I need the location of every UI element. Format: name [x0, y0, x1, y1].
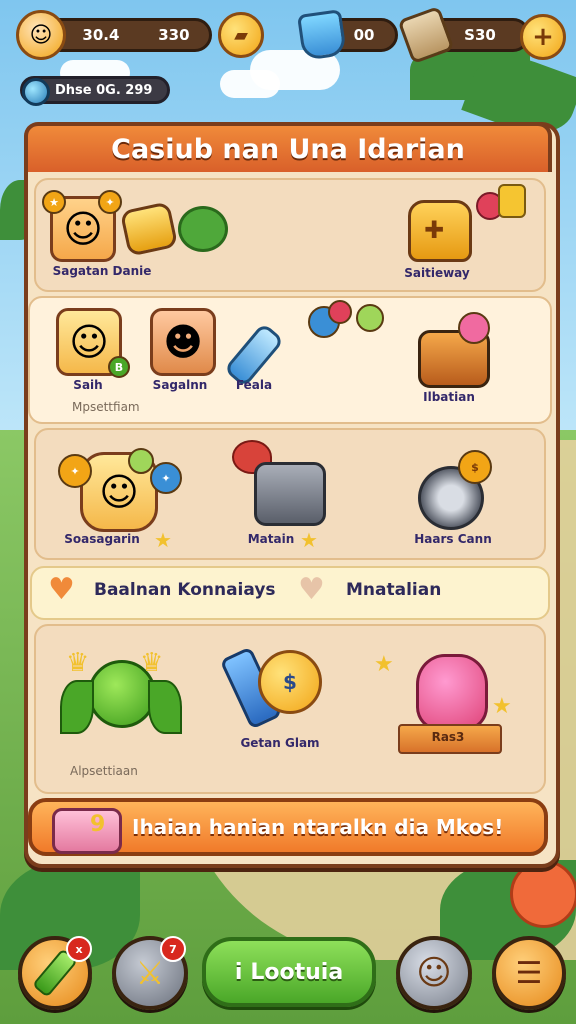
badge-icon: ✦ — [98, 190, 122, 214]
add-currency-button[interactable]: + — [520, 14, 566, 60]
coin-trophy-icon[interactable]: $ — [258, 650, 322, 714]
button-token-icon — [328, 300, 352, 324]
star-icon: ★ — [154, 528, 172, 552]
level-text: Dhse 0G. 299 — [55, 82, 153, 98]
laurel-right-icon — [148, 680, 182, 734]
pink-creature-icon[interactable] — [416, 654, 488, 730]
coin-badge-icon: $ — [458, 450, 492, 484]
star-icon: ★ — [374, 652, 394, 677]
badge-icon: ★ — [42, 190, 66, 214]
row3-item-label: Soasagarin — [64, 532, 140, 546]
row2-item-label: Ilbatian — [423, 390, 475, 404]
panel-title: Casiub nan Una Idarian — [24, 122, 552, 172]
crossed-swords-icon: ⚔ — [135, 954, 165, 992]
star-icon: ★ — [492, 694, 512, 719]
herb-bundle-icon — [178, 206, 228, 252]
gift-icon — [52, 808, 122, 854]
gem-badge-icon: B — [108, 356, 130, 378]
row2-sublabel: Mpsettfiam — [72, 400, 140, 414]
notification-badge: x — [66, 936, 92, 962]
row2-item-label: Feala — [235, 378, 273, 392]
row3-item-label: Matain — [247, 532, 295, 546]
profile-avatar-icon: ☺ — [416, 953, 452, 993]
badge-icon: ✦ — [150, 462, 182, 494]
coin-symbol-icon: $ — [283, 670, 297, 694]
anvil-icon[interactable] — [254, 462, 326, 526]
player-avatar[interactable]: ☺ — [16, 10, 66, 60]
banner-text-left: Baalnan Konnaiays — [94, 580, 276, 600]
promo-text: Ihaian hanian ntaralkn dia Mkos! — [132, 815, 504, 839]
medal-icon — [498, 184, 526, 218]
nav-menu-button[interactable]: ☰ — [492, 936, 566, 1010]
plus-icon: + — [532, 22, 554, 52]
gold-value: S30 — [464, 26, 496, 44]
row4-item-label: Getan Glam — [240, 736, 320, 750]
nav-profile-button[interactable]: ☺ — [396, 936, 472, 1010]
button-token-icon — [356, 304, 384, 332]
play-button[interactable]: i Lootuia — [202, 937, 376, 1007]
heart-icon: ♥ — [48, 572, 75, 607]
hero-portrait-icon[interactable]: ☻ — [150, 308, 216, 376]
plus-icon: ✚ — [424, 216, 445, 244]
row3-item-label: Haars Cann — [414, 532, 492, 546]
row4-item-label: Ras3 — [431, 730, 465, 744]
heart-icon: ♥ — [298, 572, 325, 607]
crown-icon: ♛ — [140, 648, 164, 678]
row1-item-label: Sagatan Danie — [52, 264, 152, 278]
stat-primary: 30.4 — [82, 26, 120, 44]
currency-icon[interactable]: ▰ — [218, 12, 264, 58]
cloud — [220, 70, 280, 98]
laurel-left-icon — [60, 680, 94, 734]
badge-icon: ✦ — [58, 454, 92, 488]
level-orb-icon — [22, 78, 50, 106]
pink-gem-icon — [458, 312, 490, 344]
row2-item-label: Sagalnn — [152, 378, 208, 392]
menu-icon: ☰ — [515, 955, 543, 991]
stat-secondary: 330 — [158, 26, 190, 44]
play-label: Lootuia — [250, 959, 344, 985]
badge-icon — [128, 448, 154, 474]
gems-value: 00 — [353, 26, 375, 44]
row1-item-label: Saitieway — [404, 266, 470, 280]
cta-badge: 9 — [90, 812, 106, 837]
hibiscus-flower — [510, 860, 576, 928]
row2-item-label: Saih — [73, 378, 103, 392]
star-icon: ★ — [300, 528, 318, 552]
crown-icon: ♛ — [66, 648, 90, 678]
banner-text-right: Mnatalian — [346, 580, 442, 600]
avatar-face-icon: ☺ — [29, 22, 53, 48]
notification-badge: 7 — [160, 936, 186, 962]
row4-sublabel: Alpsettiaan — [70, 764, 138, 778]
info-icon: i — [234, 959, 243, 985]
gold-bar-icon: ▰ — [234, 24, 248, 46]
